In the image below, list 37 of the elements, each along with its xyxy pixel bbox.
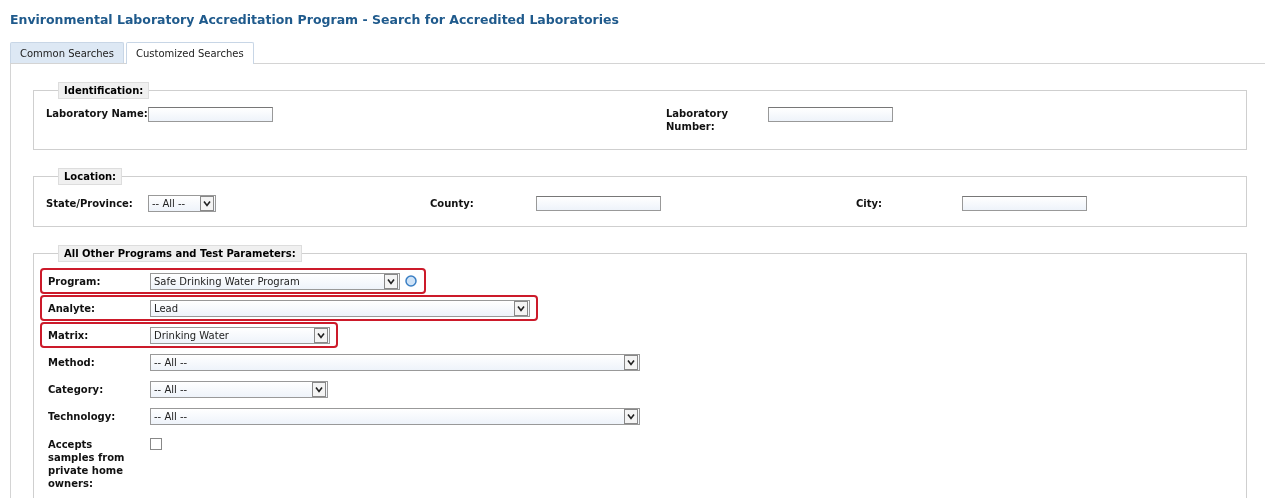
checkbox[interactable] [150,438,162,450]
tab[interactable]: Common Searches [10,42,124,63]
field-label: Matrix: [48,328,90,342]
field-label: County: [430,197,475,210]
dropdown[interactable]: Drinking Water [150,326,330,344]
chevron-down-icon [384,273,398,289]
page-title: Environmental Laboratory Accreditation Program - Search for Accredited Laboratories [10,11,620,29]
field-label: Accepts samples from private home owners: [48,438,126,490]
field-label: Program: [48,274,102,288]
chevron-down-icon [514,300,528,316]
tab[interactable]: Customized Searches [125,42,254,64]
chevron-down-icon [200,196,214,211]
dropdown[interactable]: Lead [150,299,530,317]
chevron-down-icon [624,408,638,424]
field-label: Method: [48,355,96,369]
field-label: Laboratory Number: [666,107,729,133]
field-label: Laboratory Name: [46,107,148,120]
dropdown[interactable]: -- All -- [150,407,640,425]
chevron-down-icon [314,327,328,343]
input-field[interactable] [768,107,893,122]
field-label: Technology: [48,409,117,423]
fieldset-legend: Identification: [58,82,150,99]
chevron-down-icon [312,381,326,397]
field-label: City: [856,197,884,210]
input-field[interactable] [536,196,661,211]
dropdown[interactable]: -- All -- [150,380,328,398]
field-label: Category: [48,382,105,396]
fieldset-legend: All Other Programs and Test Parameters: [58,245,302,262]
input-field[interactable] [962,196,1087,211]
field-label: Analyte: [48,301,97,315]
field-label: State/Province: [46,197,134,210]
dropdown[interactable]: -- All -- [150,353,640,371]
dropdown[interactable]: -- All -- [148,195,216,212]
dropdown[interactable]: Safe Drinking Water Program [150,272,400,290]
input-field[interactable] [148,107,273,122]
chevron-down-icon [624,354,638,370]
fieldset-legend: Location: [58,168,123,185]
